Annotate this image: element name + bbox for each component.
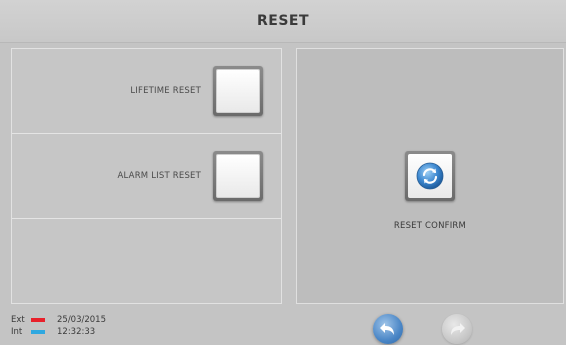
int-color-swatch (31, 330, 45, 334)
alarm-list-reset-checkbox-face (216, 154, 260, 198)
legend-key-ext: Ext (11, 315, 25, 325)
back-button[interactable] (373, 314, 403, 344)
alarm-list-reset-label: ALARM LIST RESET (117, 171, 201, 181)
lifetime-reset-checkbox-face (216, 69, 260, 113)
title-bar: RESET (0, 0, 566, 43)
back-arrow-icon (380, 323, 394, 335)
status-footer: Ext 25/03/2015 Int 12:32:33 (0, 305, 566, 345)
lifetime-reset-label: LIFETIME RESET (130, 86, 201, 96)
reset-options-panel: LIFETIME RESET ALARM LIST RESET (11, 48, 282, 304)
alarm-list-reset-row: ALARM LIST RESET (12, 134, 281, 219)
reset-confirm-button-face (408, 154, 452, 198)
reset-confirm-label: RESET CONFIRM (393, 221, 467, 231)
lifetime-reset-checkbox[interactable] (213, 66, 263, 116)
status-date: 25/03/2015 (57, 315, 106, 325)
page-title: RESET (256, 13, 310, 29)
status-legend: Ext 25/03/2015 Int 12:32:33 (11, 314, 106, 338)
reset-confirm-button[interactable] (405, 151, 455, 201)
refresh-icon (416, 162, 444, 190)
ext-color-swatch (31, 318, 45, 322)
reset-screen: RESET LIFETIME RESET ALARM LIST RESET RE… (0, 0, 566, 345)
legend-row-int: Int 12:32:33 (11, 326, 106, 338)
legend-key-int: Int (11, 327, 23, 337)
forward-arrow-icon (451, 323, 465, 335)
alarm-list-reset-checkbox[interactable] (213, 151, 263, 201)
legend-row-ext: Ext 25/03/2015 (11, 314, 106, 326)
lifetime-reset-row: LIFETIME RESET (12, 49, 281, 134)
status-time: 12:32:33 (57, 327, 96, 337)
reset-confirm-panel: RESET CONFIRM (296, 48, 564, 304)
forward-button[interactable] (442, 314, 472, 344)
